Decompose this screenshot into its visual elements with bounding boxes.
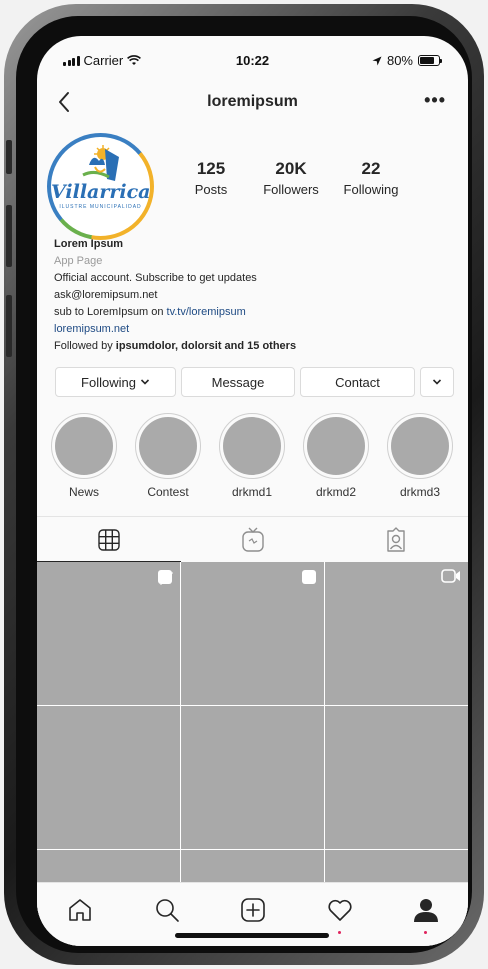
video-icon bbox=[441, 569, 460, 583]
following-button-label: Following bbox=[81, 374, 136, 390]
profile-avatar[interactable]: Villarrica ILUSTRE MUNICIPALIDAD bbox=[47, 133, 154, 240]
heart-icon bbox=[328, 899, 352, 921]
bio-sub-link[interactable]: tv.tv/loremipsum bbox=[167, 306, 246, 318]
nav-add[interactable] bbox=[238, 895, 268, 925]
post-tile[interactable] bbox=[325, 562, 468, 705]
followed-names: ipsumdolor, dolorsit and 15 others bbox=[115, 340, 297, 352]
profile-category: App Page bbox=[54, 255, 103, 267]
posts-count: 125 bbox=[196, 159, 226, 178]
location-icon bbox=[372, 56, 382, 65]
bio-sub-prefix: sub to LoremIpsum on bbox=[54, 306, 167, 318]
igtv-icon bbox=[241, 527, 264, 552]
bio-text: Official account. Subscribe to get updat… bbox=[54, 272, 257, 284]
followers-stat[interactable]: 20K Followers bbox=[251, 159, 331, 197]
highlight-item[interactable]: News bbox=[51, 413, 117, 499]
followed-prefix: Followed by bbox=[54, 340, 116, 352]
profile-actions: Following Message Contact bbox=[55, 367, 454, 397]
post-tile[interactable] bbox=[37, 562, 180, 705]
grid-icon bbox=[98, 528, 120, 551]
nav-activity[interactable] bbox=[325, 895, 355, 934]
multiple-icon bbox=[302, 570, 316, 584]
volume-down-button bbox=[6, 295, 12, 357]
highlight-item[interactable]: Contest bbox=[135, 413, 201, 499]
highlight-label: News bbox=[68, 485, 99, 499]
multiple-icon bbox=[158, 570, 173, 585]
tab-igtv[interactable] bbox=[181, 517, 325, 562]
highlight-label: Contest bbox=[147, 485, 189, 499]
profile-bio: Lorem Ipsum App Page Official account. S… bbox=[54, 236, 296, 355]
highlight-item[interactable]: drkmd2 bbox=[303, 413, 369, 499]
followers-label: Followers bbox=[263, 182, 319, 197]
bio-sub-line: sub to LoremIpsum on tv.tv/loremipsum bbox=[54, 304, 296, 321]
battery-icon bbox=[418, 55, 442, 66]
logo-art-icon bbox=[82, 145, 119, 181]
profile-name: Lorem Ipsum bbox=[54, 238, 124, 250]
highlight-cover bbox=[223, 417, 281, 475]
mute-switch bbox=[6, 140, 12, 174]
post-tile[interactable] bbox=[325, 706, 468, 849]
chevron-down-icon bbox=[140, 379, 150, 385]
profile-icon bbox=[414, 899, 438, 922]
more-options-icon[interactable]: ••• bbox=[424, 90, 446, 111]
profile-header: loremipsum ••• bbox=[37, 84, 468, 120]
activity-notification-dot bbox=[338, 931, 341, 934]
highlight-label: drkmd1 bbox=[231, 485, 272, 499]
followed-by-line[interactable]: Followed by ipsumdolor, dolorsit and 15 … bbox=[54, 338, 296, 355]
profile-tabs bbox=[37, 516, 468, 562]
following-stat[interactable]: 22 Following bbox=[331, 159, 411, 197]
highlight-cover bbox=[391, 417, 449, 475]
post-tile[interactable] bbox=[181, 562, 324, 705]
username-title: loremipsum bbox=[207, 93, 298, 110]
highlight-cover bbox=[55, 417, 113, 475]
message-button-label: Message bbox=[211, 374, 265, 390]
contact-button-label: Contact bbox=[335, 374, 380, 390]
search-icon bbox=[156, 899, 179, 922]
tab-posts-grid[interactable] bbox=[37, 517, 181, 562]
message-button[interactable]: Message bbox=[181, 367, 295, 397]
post-tile[interactable] bbox=[181, 706, 324, 849]
following-label: Following bbox=[343, 182, 399, 197]
posts-stat[interactable]: 125 Posts bbox=[171, 159, 251, 197]
home-icon bbox=[69, 899, 91, 921]
highlight-item[interactable]: drkmd1 bbox=[219, 413, 285, 499]
screen: Carrier 10:22 80% loremipsum ••• Villarr… bbox=[37, 36, 468, 946]
suggested-dropdown-button[interactable] bbox=[420, 367, 454, 397]
home-indicator[interactable] bbox=[175, 933, 329, 938]
nav-profile[interactable] bbox=[411, 895, 441, 934]
highlight-item[interactable]: drkmd3 bbox=[387, 413, 453, 499]
highlight-cover bbox=[139, 417, 197, 475]
bio-email[interactable]: ask@loremipsum.net bbox=[54, 287, 296, 304]
following-count: 22 bbox=[361, 159, 381, 178]
add-icon bbox=[241, 898, 265, 922]
tagged-icon bbox=[387, 526, 405, 552]
profile-notification-dot bbox=[424, 931, 427, 934]
status-bar: Carrier 10:22 80% bbox=[37, 36, 468, 84]
posts-label: Posts bbox=[194, 182, 228, 197]
highlight-label: drkmd3 bbox=[399, 485, 440, 499]
story-highlights: News Contest drkmd1 drkmd2 drkmd3 bbox=[51, 413, 453, 499]
followers-count: 20K bbox=[275, 159, 307, 178]
chevron-down-icon bbox=[432, 379, 442, 385]
contact-button[interactable]: Contact bbox=[300, 367, 415, 397]
bio-website-link[interactable]: loremipsum.net bbox=[54, 321, 296, 338]
logo-subtitle: ILUSTRE MUNICIPALIDAD bbox=[59, 204, 142, 210]
highlight-label: drkmd2 bbox=[315, 485, 356, 499]
logo-text: Villarrica bbox=[51, 181, 150, 203]
volume-up-button bbox=[6, 205, 12, 267]
battery-percent: 80% bbox=[386, 53, 413, 68]
nav-home[interactable] bbox=[65, 895, 95, 925]
nav-search[interactable] bbox=[152, 895, 182, 925]
tab-tagged[interactable] bbox=[324, 517, 468, 562]
profile-stats: 125 Posts 20K Followers 22 Following bbox=[171, 159, 411, 197]
post-tile[interactable] bbox=[37, 706, 180, 849]
highlight-cover bbox=[307, 417, 365, 475]
following-button[interactable]: Following bbox=[55, 367, 176, 397]
